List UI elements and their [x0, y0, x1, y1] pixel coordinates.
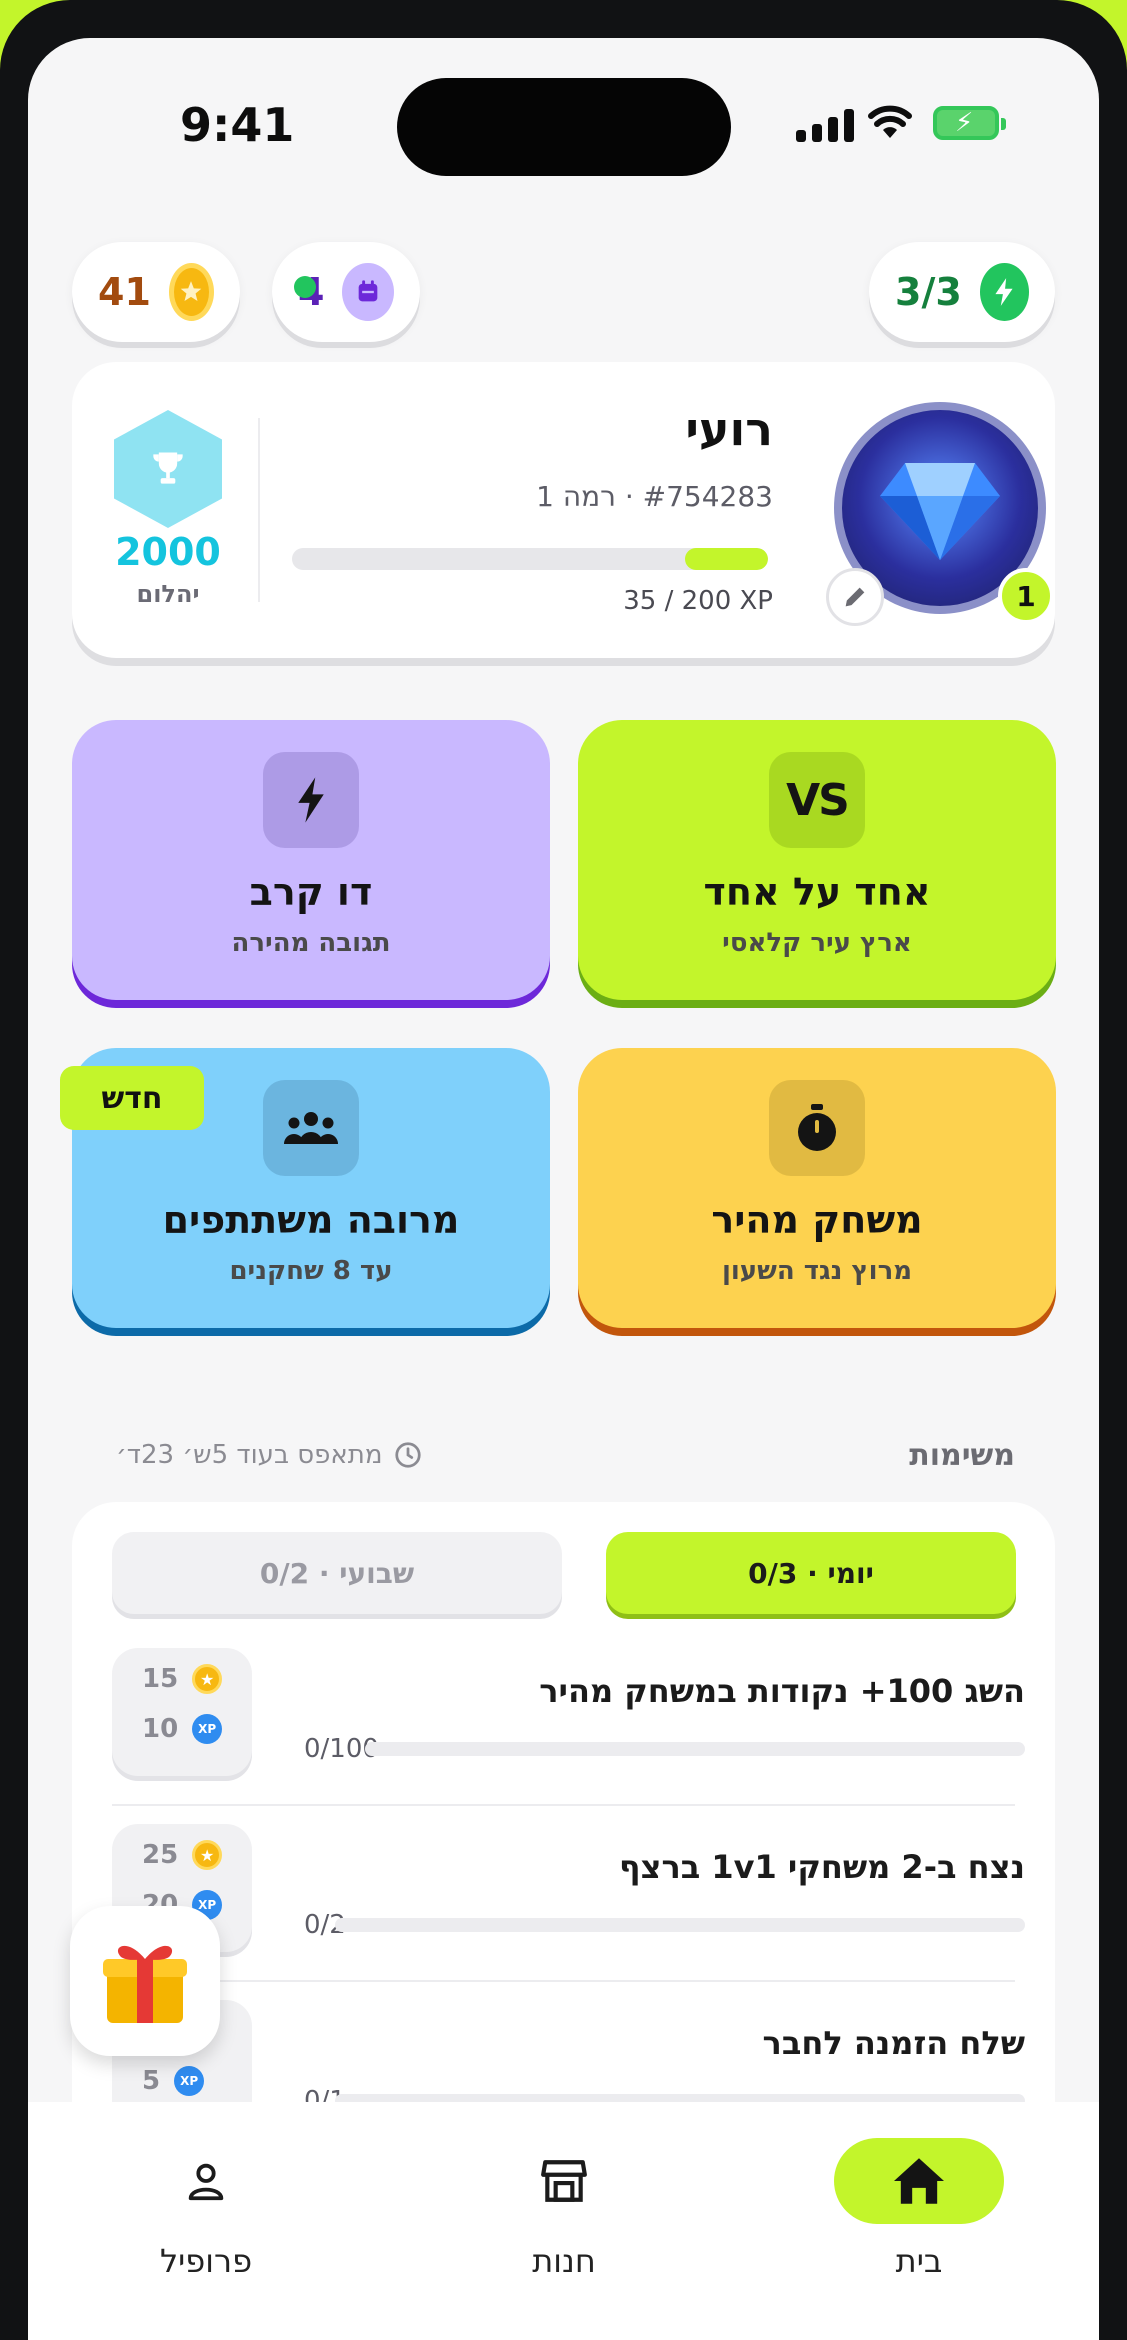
coin-icon: ★ [192, 1664, 223, 1694]
pencil-icon [845, 587, 865, 607]
nav-store[interactable]: חנות [464, 2138, 664, 2280]
quick-game-mode-title: משחק מהיר [711, 1198, 923, 1242]
mission-progress-bar [335, 1918, 1025, 1932]
device-frame: 9:41 ⚡ 41 4 3/3 2000 יהלום רועי [0, 0, 1127, 2340]
new-badge: חדש [60, 1066, 204, 1130]
reward-box: 15 ★ 10 XP [112, 1648, 252, 1776]
divider [258, 418, 260, 602]
mission-title: השג 100+ נקודות במשחק מהיר [539, 1672, 1025, 1710]
app-screen: 9:41 ⚡ 41 4 3/3 2000 יהלום רועי [28, 38, 1099, 2340]
nav-store-label: חנות [532, 2242, 596, 2280]
home-icon [834, 2138, 1004, 2224]
person-icon [121, 2138, 291, 2224]
divider [112, 1804, 1015, 1806]
mission-title: נצח ב-2 משחקי 1v1 ברצף [618, 1848, 1025, 1886]
divider [112, 1980, 1015, 1982]
coins-pill[interactable]: 41 [72, 242, 240, 342]
nav-profile[interactable]: פרופיל [106, 2138, 306, 2280]
quick-game-mode-card[interactable]: משחק מהיר מרוץ נגד השעון [578, 1048, 1056, 1328]
tab-daily[interactable]: יומי · 0/3 [606, 1532, 1016, 1614]
xp-icon: XP [192, 1714, 223, 1744]
battery-icon: ⚡ [933, 106, 1006, 140]
gift-icon [103, 1945, 187, 2023]
tab-weekly[interactable]: שבועי · 0/2 [112, 1532, 562, 1614]
clock-icon [394, 1442, 421, 1468]
xp-progress-fill [684, 548, 768, 570]
multiplayer-mode-title: מרובה משתתפים [162, 1198, 460, 1242]
stopwatch-icon [769, 1080, 865, 1176]
reward-xp: 5 [142, 2066, 161, 2096]
trophy-icon [114, 410, 222, 528]
multiplayer-mode-subtitle: עד 8 שחקנים [229, 1256, 393, 1286]
one-v-one-mode-card[interactable]: VS אחד על אחד ארץ עיר קלאסי [578, 720, 1056, 1000]
duel-mode-title: דו קרב [249, 870, 373, 914]
gift-button[interactable] [70, 1906, 220, 2056]
notification-dot [294, 276, 316, 298]
xp-text: 35 / 200 XP [623, 586, 773, 616]
lightning-icon [263, 752, 359, 848]
bottom-nav: פרופיל חנות בית [28, 2102, 1099, 2340]
duel-mode-card[interactable]: דו קרב תגובה מהירה [72, 720, 550, 1000]
quick-game-mode-subtitle: מרוץ נגד השעון [721, 1256, 913, 1286]
lightning-icon [979, 263, 1029, 321]
one-v-one-mode-title: אחד על אחד [703, 870, 931, 914]
xp-icon: XP [174, 2066, 205, 2096]
reset-text: מתאפס בעוד 5ש׳ 23ד׳ [116, 1440, 383, 1470]
dynamic-island [397, 78, 731, 176]
coin-icon [168, 263, 214, 321]
missions-card: יומי · 0/3 שבועי · 0/2 15 ★ 10 XP השג 100+… [72, 1502, 1055, 2182]
duel-mode-subtitle: תגובה מהירה [231, 928, 391, 958]
signal-icon [796, 108, 854, 142]
coins-count: 41 [98, 270, 151, 314]
xp-progress-bar [292, 548, 768, 570]
tickets-pill[interactable]: 4 [272, 242, 420, 342]
energy-count: 3/3 [895, 270, 962, 314]
reward-coins: 25 [142, 1840, 179, 1870]
mission-title: שלח הזמנה לחבר [762, 2024, 1025, 2062]
vs-icon: VS [769, 752, 865, 848]
one-v-one-mode-subtitle: ארץ עיר קלאסי [722, 928, 912, 958]
reward-xp: 10 [142, 1714, 179, 1744]
vs-icon-text: VS [786, 774, 850, 826]
nav-profile-label: פרופיל [159, 2242, 253, 2280]
calendar-icon [342, 263, 394, 321]
level-badge: 1 [998, 568, 1054, 624]
store-icon [479, 2138, 649, 2224]
diamond-icon [880, 463, 1000, 560]
mission-item[interactable]: 15 ★ 10 XP השג 100+ נקודות במשחק מהיר 0/10… [72, 1648, 1055, 1824]
trophy-score: 2000 [115, 530, 221, 574]
rank-label: יהלום [136, 580, 200, 608]
nav-home[interactable]: בית [819, 2138, 1019, 2280]
edit-avatar-button[interactable] [826, 568, 884, 626]
player-name: רועי [685, 402, 773, 456]
reward-coins: 15 [142, 1664, 179, 1694]
missions-heading: משימות [909, 1438, 1015, 1473]
mission-progress-bar [365, 1742, 1025, 1756]
status-time: 9:41 [180, 98, 295, 152]
profile-card[interactable]: 2000 יהלום רועי #754283 · רמה 1 35 / 200… [72, 362, 1055, 658]
group-icon [263, 1080, 359, 1176]
energy-pill[interactable]: 3/3 [869, 242, 1055, 342]
nav-home-label: בית [895, 2242, 943, 2280]
coin-icon: ★ [192, 1840, 223, 1870]
player-id-level: #754283 · רמה 1 [536, 480, 773, 513]
missions-reset-timer: מתאפס בעוד 5ש׳ 23ד׳ [116, 1440, 423, 1470]
wifi-icon [868, 105, 912, 138]
